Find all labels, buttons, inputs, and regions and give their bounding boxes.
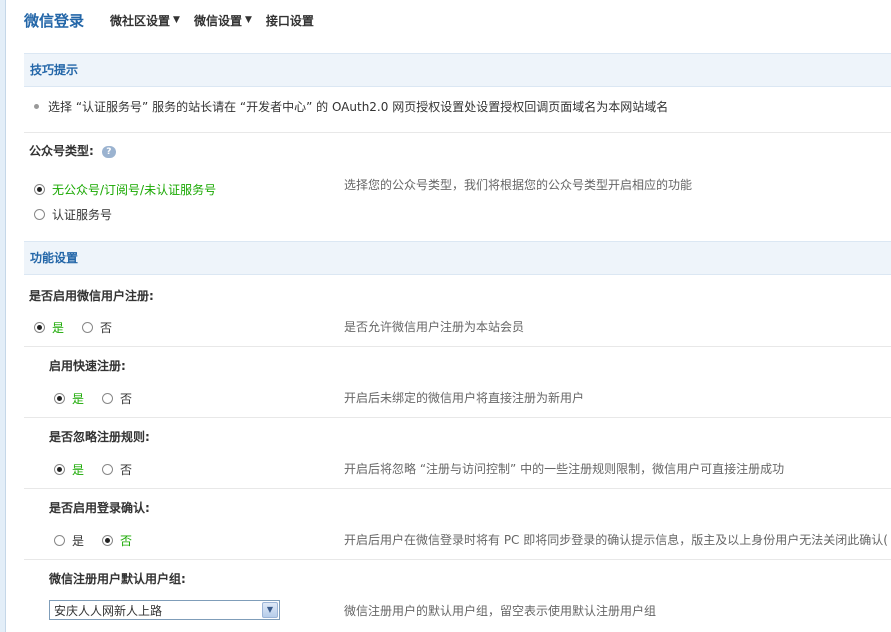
setting-description: 开启后将忽略 “注册与访问控制” 中的一些注册规则限制，微信用户可直接注册成功 <box>344 462 785 476</box>
radio-yes[interactable] <box>54 535 65 546</box>
radio-label: 无公众号/订阅号/未认证服务号 <box>52 183 217 197</box>
radio-yes-label: 是 <box>52 321 65 335</box>
bullet-icon <box>34 104 39 109</box>
divider <box>24 346 891 347</box>
radio-no-label: 否 <box>120 392 133 406</box>
nav-item-label: 微社区设置 <box>110 13 171 28</box>
setting-options: 是 否 <box>54 461 132 478</box>
tip-text: 选择 “认证服务号” 服务的站长请在 “开发者中心” 的 OAuth2.0 网页… <box>48 100 669 114</box>
radio-no[interactable] <box>82 322 94 333</box>
nav-item-wechat-settings[interactable]: 微信设置 ▼ <box>194 12 252 29</box>
nav-item-community-settings[interactable]: 微社区设置 ▼ <box>110 12 180 29</box>
divider <box>24 132 891 133</box>
radio-yes-label: 是 <box>72 392 85 406</box>
account-type-label: 公众号类型:? <box>29 142 116 159</box>
setting-label: 是否启用登录确认: <box>49 501 150 515</box>
default-group-description: 微信注册用户的默认用户组，留空表示使用默认注册用户组 <box>344 604 657 618</box>
page-title: 微信登录 <box>24 11 85 30</box>
top-navigation: 微信登录 微社区设置 ▼ 微信设置 ▼ 接口设置 <box>24 0 891 40</box>
account-type-option-2[interactable]: 认证服务号 <box>34 206 112 223</box>
radio-button[interactable] <box>34 184 45 195</box>
account-type-label-text: 公众号类型: <box>29 144 94 158</box>
radio-no[interactable] <box>102 464 114 475</box>
setting-options: 是 否 <box>54 390 132 407</box>
radio-yes-label: 是 <box>72 463 85 477</box>
chevron-down-icon[interactable]: ▼ <box>262 602 278 618</box>
radio-yes-label: 是 <box>72 534 85 548</box>
radio-yes[interactable] <box>34 322 45 333</box>
radio-no[interactable] <box>102 535 114 546</box>
default-group-select[interactable]: 安庆人人网新人上路 ▼ <box>49 600 280 620</box>
radio-no-label: 否 <box>100 321 113 335</box>
radio-yes[interactable] <box>54 464 65 475</box>
nav-item-api-settings[interactable]: 接口设置 <box>266 12 314 29</box>
select-value: 安庆人人网新人上路 <box>54 603 163 618</box>
radio-label: 认证服务号 <box>52 208 113 222</box>
radio-no-label: 否 <box>120 463 133 477</box>
setting-label: 是否启用微信用户注册: <box>29 289 154 303</box>
default-group-label: 微信注册用户默认用户组: <box>49 572 186 586</box>
chevron-down-icon: ▼ <box>173 15 180 25</box>
divider <box>24 559 891 560</box>
setting-description: 开启后用户在微信登录时将有 PC 即将同步登录的确认提示信息，版主及以上身份用户… <box>344 533 888 547</box>
chevron-down-icon: ▼ <box>244 15 252 25</box>
setting-description: 开启后未绑定的微信用户将直接注册为新用户 <box>344 391 585 405</box>
left-sidebar-edge <box>0 0 6 632</box>
radio-button[interactable] <box>34 209 45 220</box>
setting-description: 是否允许微信用户注册为本站会员 <box>344 320 525 334</box>
setting-options: 是 否 <box>34 319 112 336</box>
account-type-option-1[interactable]: 无公众号/订阅号/未认证服务号 <box>34 181 216 198</box>
setting-options: 是 否 <box>54 532 132 549</box>
help-icon[interactable]: ? <box>101 145 116 158</box>
account-type-description: 选择您的公众号类型，我们将根据您的公众号类型开启相应的功能 <box>344 178 693 192</box>
nav-item-label: 接口设置 <box>265 13 314 28</box>
tip-item: 选择 “认证服务号” 服务的站长请在 “开发者中心” 的 OAuth2.0 网页… <box>34 98 668 115</box>
radio-no[interactable] <box>102 393 114 404</box>
setting-label: 是否忽略注册规则: <box>49 430 150 444</box>
divider <box>24 417 891 418</box>
setting-label: 启用快速注册: <box>49 359 126 373</box>
features-header: 功能设置 <box>24 241 891 275</box>
radio-no-label: 否 <box>120 534 133 548</box>
nav-item-label: 微信设置 <box>193 13 242 28</box>
divider <box>24 488 891 489</box>
tips-header: 技巧提示 <box>24 53 891 87</box>
radio-yes[interactable] <box>54 393 65 404</box>
